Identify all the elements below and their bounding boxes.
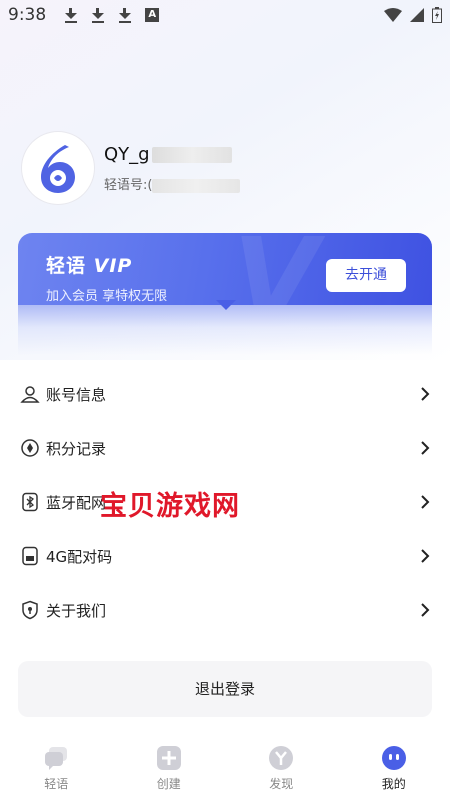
username: QY_g xyxy=(104,144,232,165)
vip-title-vip: VIP xyxy=(93,255,133,277)
menu-item-points[interactable]: 积分记录 xyxy=(0,421,450,475)
download-icon xyxy=(64,7,78,23)
menu-item-4g-code[interactable]: 4G配对码 xyxy=(0,529,450,583)
user-id: 轻语号:( xyxy=(104,174,241,193)
vip-card[interactable]: V 轻语 VIP 加入会员 享特权无限 去开通 xyxy=(18,233,432,305)
redacted-mask xyxy=(152,178,241,193)
chevron-right-icon xyxy=(421,387,430,401)
tab-discover[interactable]: 发现 xyxy=(225,735,338,800)
watermark-text: 宝贝游戏网 xyxy=(100,491,240,522)
vip-card-glow xyxy=(18,305,432,355)
menu-label: 4G配对码 xyxy=(46,547,113,566)
vip-title-cn: 轻语 xyxy=(46,255,87,277)
points-icon xyxy=(20,438,40,458)
discover-icon xyxy=(268,745,294,771)
menu-label: 蓝牙配网 xyxy=(46,493,107,512)
tab-create[interactable]: 创建 xyxy=(113,735,226,800)
avatar[interactable] xyxy=(22,132,94,204)
plus-icon xyxy=(156,745,182,771)
vip-title: 轻语 VIP xyxy=(46,251,132,278)
app-logo-icon xyxy=(41,145,75,193)
chevron-right-icon xyxy=(421,495,430,509)
tab-chat[interactable]: 轻语 xyxy=(0,735,113,800)
menu-item-account[interactable]: 账号信息 xyxy=(0,367,450,421)
chat-icon xyxy=(43,745,69,771)
profile-icon xyxy=(381,745,407,771)
tab-label: 发现 xyxy=(269,777,294,791)
battery-icon xyxy=(432,7,442,23)
shield-icon xyxy=(20,600,40,620)
signal-icon xyxy=(410,8,424,22)
menu-item-about[interactable]: 关于我们 xyxy=(0,583,450,637)
sim-card-icon xyxy=(20,546,40,566)
status-bar: 9:38 A xyxy=(0,0,450,30)
tab-label: 我的 xyxy=(381,777,406,791)
bluetooth-icon xyxy=(20,492,40,512)
wifi-icon xyxy=(384,8,402,22)
menu-label: 关于我们 xyxy=(46,601,107,620)
logout-button[interactable]: 退出登录 xyxy=(18,661,432,717)
menu-label: 账号信息 xyxy=(46,385,107,404)
tab-label: 轻语 xyxy=(44,777,69,791)
chevron-right-icon xyxy=(421,441,430,455)
bottom-tab-bar: 轻语 创建 发现 我的 xyxy=(0,735,450,800)
vip-open-button[interactable]: 去开通 xyxy=(326,259,406,292)
vip-background-v: V xyxy=(233,233,319,305)
download-icon xyxy=(91,7,105,23)
chevron-right-icon xyxy=(421,603,430,617)
vip-card-notch xyxy=(216,300,236,310)
redacted-mask xyxy=(151,147,232,163)
tab-mine[interactable]: 我的 xyxy=(338,735,450,800)
user-id-text: 轻语号:( xyxy=(104,178,153,193)
status-time: 9:38 xyxy=(8,5,47,25)
chevron-right-icon xyxy=(421,549,430,563)
font-a-icon: A xyxy=(145,8,160,22)
user-icon xyxy=(20,384,40,404)
menu-label: 积分记录 xyxy=(46,439,107,458)
username-text: QY_g xyxy=(104,144,150,165)
vip-subtitle: 加入会员 享特权无限 xyxy=(46,289,168,304)
download-icon xyxy=(118,7,132,23)
tab-label: 创建 xyxy=(156,777,181,791)
